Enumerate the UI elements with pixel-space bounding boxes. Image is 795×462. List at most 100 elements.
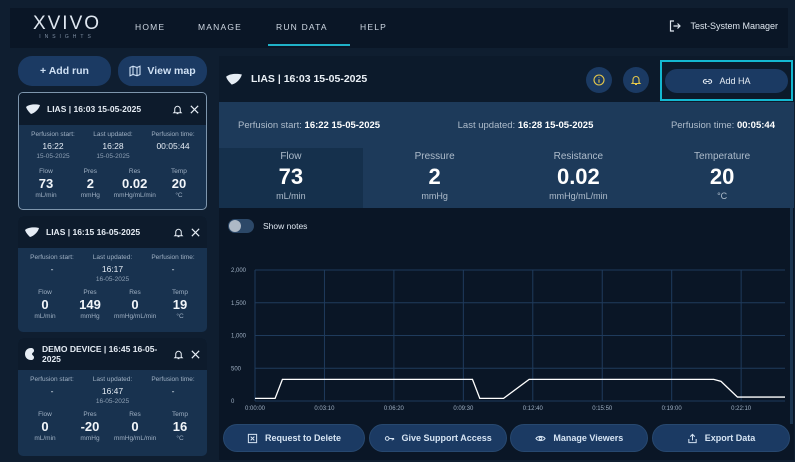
run-card-1[interactable]: LIAS | 16:03 15-05-2025 Perfusion start:… xyxy=(18,92,207,210)
res-value: 0 xyxy=(131,297,139,312)
request-delete-button[interactable]: Request to Delete xyxy=(223,424,365,452)
y-tick-label: 500 xyxy=(231,366,242,372)
nav-help[interactable]: HELP xyxy=(360,22,387,32)
res-label: Res xyxy=(129,289,141,296)
run-title-text: LIAS | 16:03 15-05-2025 xyxy=(251,73,368,85)
run-card-times: Perfusion start: - Last updated: 16:17 16-0… xyxy=(18,248,207,283)
metric-tile-temperature[interactable]: Temperature 20 °C xyxy=(650,148,794,208)
run-detail-title: LIAS | 16:03 15-05-2025 xyxy=(225,72,367,86)
bell-icon[interactable] xyxy=(172,104,183,115)
notifications-button[interactable] xyxy=(623,67,649,93)
last-updated-date: 15-05-2025 xyxy=(96,153,130,160)
temp-unit: °C xyxy=(175,192,183,199)
kidney-icon xyxy=(25,348,34,360)
close-icon[interactable] xyxy=(190,349,201,360)
close-icon[interactable] xyxy=(190,227,201,238)
last-updated-time: 16:47 xyxy=(101,386,124,396)
x-tick-label: 0:06:20 xyxy=(384,406,405,412)
manage-viewers-button[interactable]: Manage Viewers xyxy=(510,424,649,452)
flow-value: 0 xyxy=(41,419,49,434)
bell-icon xyxy=(630,76,642,86)
summary-last-updated: Last updated: 16:28 15-05-2025 xyxy=(458,120,594,131)
run-card-metrics: Flow 0 mL/min Pres -20 mmHg Res 0 mmHg/mL/min … xyxy=(18,411,207,442)
summary-perfusion-time-value: 00:05:44 xyxy=(736,119,775,131)
add-ha-button[interactable]: Add HA xyxy=(665,69,788,93)
flow-label: Flow xyxy=(38,289,52,296)
perfusion-start-label: Perfusion start: xyxy=(31,131,75,138)
y-tick-label: 2,000 xyxy=(231,268,247,274)
res-value: 0.02 xyxy=(122,176,148,191)
metric-tile-flow[interactable]: Flow 73 mL/min xyxy=(219,148,363,208)
flow-unit: mL/min xyxy=(34,313,56,320)
panel-scrollbar[interactable] xyxy=(790,208,793,424)
flow-chart-svg: 0 500 1,000 1,500 2,000 0:00:00 0:03:10 0:06:20… xyxy=(231,268,785,412)
nav-run-data[interactable]: RUN DATA xyxy=(276,22,328,32)
action-bar: Request to Delete Give Support Access Ma… xyxy=(219,424,794,460)
view-map-label: View map xyxy=(147,65,196,77)
close-icon[interactable] xyxy=(189,104,200,115)
run-card-title: LIAS | 16:15 16-05-2025 xyxy=(46,227,141,237)
run-detail-header: LIAS | 16:03 15-05-2025 Add HA xyxy=(219,56,794,102)
metric-tile-resistance[interactable]: Resistance 0.02 mmHg/mL/min xyxy=(506,148,651,208)
run-card-metrics: Flow 0 mL/min Pres 149 mmHg Res 0 mmHg/mL/min … xyxy=(18,289,207,320)
summary-perfusion-time-label: Perfusion time: xyxy=(670,119,735,131)
pres-unit: mmHg xyxy=(80,192,100,199)
flow-series-line xyxy=(255,378,785,400)
key-icon xyxy=(384,435,394,441)
nav-manage[interactable]: MANAGE xyxy=(198,22,242,32)
request-delete-label: Request to Delete xyxy=(264,433,342,443)
flow-unit: mL/min xyxy=(34,435,56,442)
xvivo-logo[interactable]: XVIVO INSIGHTS xyxy=(32,13,102,43)
add-ha-highlight: Add HA xyxy=(660,60,793,101)
metric-label: Temperature xyxy=(694,151,751,162)
link-icon xyxy=(703,78,713,84)
liver-icon xyxy=(226,73,242,85)
flow-chart[interactable]: 0 500 1,000 1,500 2,000 0:00:00 0:03:10 0:06:20… xyxy=(219,256,794,421)
nav-home[interactable]: HOME xyxy=(135,22,165,32)
show-notes-label: Show notes xyxy=(263,221,308,231)
give-support-access-button[interactable]: Give Support Access xyxy=(368,424,507,452)
flow-value: 0 xyxy=(41,297,49,312)
user-name: Test-System Manager xyxy=(690,21,778,31)
metric-value: 73 xyxy=(278,164,304,189)
logo-text: XVIVO xyxy=(32,13,102,34)
last-updated-date: 16-05-2025 xyxy=(95,276,130,283)
run-card-header: DEMO DEVICE | 16:45 16-05-2025 xyxy=(18,338,207,370)
temp-value: 19 xyxy=(172,297,188,312)
bell-icon[interactable] xyxy=(173,349,184,360)
perfusion-time-label: Perfusion time: xyxy=(151,131,195,138)
run-card-2[interactable]: LIAS | 16:15 16-05-2025 Perfusion start:… xyxy=(18,216,207,332)
perfusion-time-label: Perfusion time: xyxy=(151,254,195,261)
info-button[interactable] xyxy=(586,67,612,93)
perfusion-start-time: 16:22 xyxy=(42,141,64,151)
flow-label: Flow xyxy=(38,411,52,418)
run-card-3[interactable]: DEMO DEVICE | 16:45 16-05-2025 Perfusion… xyxy=(18,338,207,456)
perfusion-start-label: Perfusion start: xyxy=(30,254,74,261)
run-detail-panel: LIAS | 16:03 15-05-2025 Add HA Perfusion… xyxy=(219,56,794,460)
add-run-label: + Add run xyxy=(40,65,89,77)
view-map-button[interactable]: View map xyxy=(118,56,207,86)
pres-value: 2 xyxy=(86,176,94,191)
res-unit: mmHg/mL/min xyxy=(114,313,157,320)
info-icon xyxy=(593,74,605,86)
pres-unit: mmHg xyxy=(80,435,100,442)
run-card-title: LIAS | 16:03 15-05-2025 xyxy=(47,104,142,114)
pres-value: -20 xyxy=(80,419,100,434)
y-tick-label: 1,000 xyxy=(231,334,247,340)
metric-tile-pressure[interactable]: Pressure 2 mmHg xyxy=(362,148,507,208)
metric-value: 2 xyxy=(428,164,441,189)
liver-icon xyxy=(25,227,39,237)
summary-perfusion-start: Perfusion start: 16:22 15-05-2025 xyxy=(238,120,380,131)
user-signout[interactable]: Test-System Manager xyxy=(669,20,778,32)
metric-value: 0.02 xyxy=(556,164,600,189)
add-run-button[interactable]: + Add run xyxy=(18,56,111,86)
top-navigation-bar: XVIVO INSIGHTS HOME MANAGE RUN DATA HELP… xyxy=(10,8,788,48)
temp-label: Temp xyxy=(172,411,188,418)
show-notes-toggle[interactable] xyxy=(228,219,254,233)
res-unit: mmHg/mL/min xyxy=(114,435,157,442)
export-data-button[interactable]: Export Data xyxy=(651,424,790,452)
run-summary-bar: Perfusion start: 16:22 15-05-2025 Last u… xyxy=(219,102,794,148)
perfusion-time-label: Perfusion time: xyxy=(151,376,195,383)
metric-value: 20 xyxy=(709,164,735,189)
bell-icon[interactable] xyxy=(173,227,184,238)
